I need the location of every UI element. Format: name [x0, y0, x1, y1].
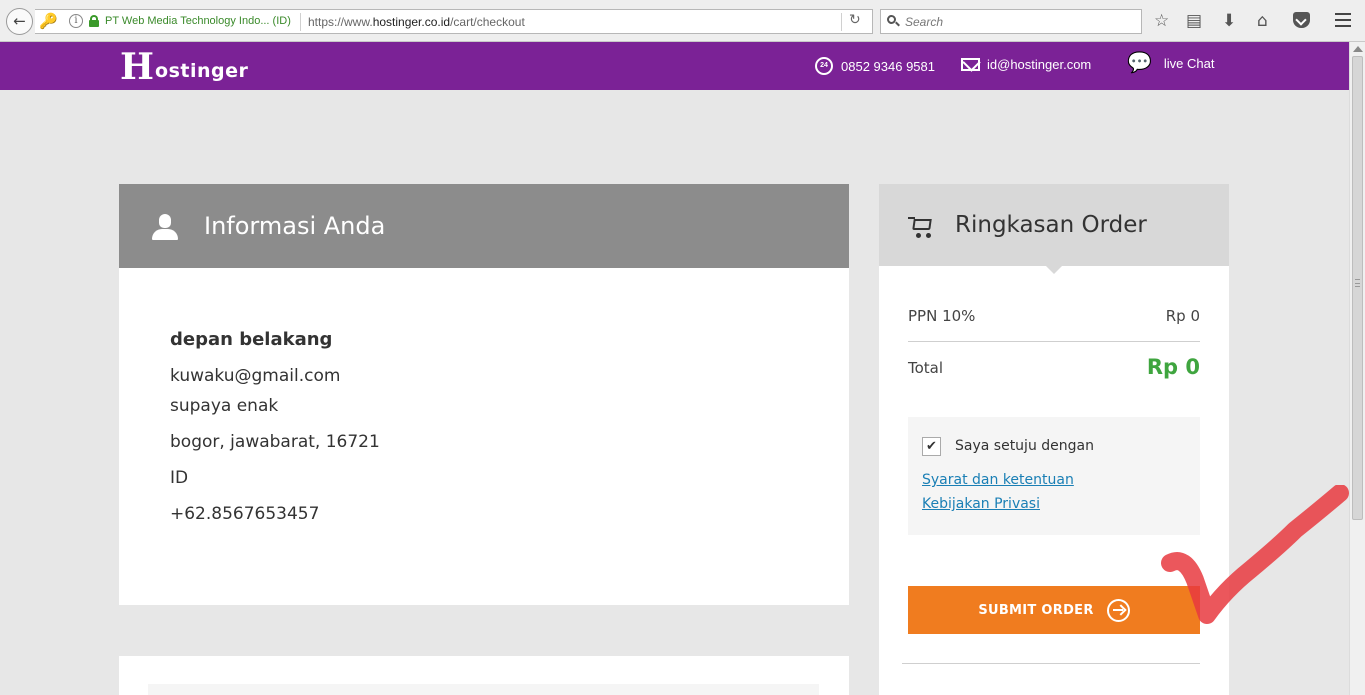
- back-arrow-icon[interactable]: ←: [6, 8, 33, 35]
- customer-phone: +62.8567653457: [170, 504, 320, 524]
- hamburger-menu-icon[interactable]: [1335, 13, 1351, 27]
- phone-24-icon: 24: [815, 57, 833, 75]
- hostinger-logo[interactable]: H ostinger: [120, 49, 248, 85]
- customer-info-card: Informasi Anda depan belakang kuwaku@gma…: [119, 184, 849, 605]
- mail-icon: [961, 58, 980, 71]
- reload-icon[interactable]: ↻: [849, 12, 861, 28]
- info-icon[interactable]: i: [69, 14, 83, 28]
- bookmark-star-icon[interactable]: ☆: [1154, 11, 1169, 31]
- scroll-grip-icon: [1355, 279, 1360, 287]
- page-scrollbar[interactable]: [1349, 42, 1365, 695]
- total-value: Rp 0: [1146, 355, 1200, 379]
- order-summary-header: Ringkasan Order: [879, 184, 1229, 274]
- url-bar[interactable]: 🔑 i PT Web Media Technology Indo... (ID)…: [35, 9, 873, 34]
- contact-phone[interactable]: 24 0852 9346 9581: [815, 57, 935, 75]
- browser-toolbar: ← 🔑 i PT Web Media Technology Indo... (I…: [0, 0, 1365, 42]
- summary-divider: [908, 341, 1200, 342]
- chat-bubble-icon: 💬: [1127, 52, 1152, 74]
- terms-link[interactable]: Syarat dan ketentuan: [922, 472, 1074, 488]
- key-icon[interactable]: 🔑: [39, 12, 58, 30]
- secondary-card: [119, 656, 849, 695]
- logo-text: ostinger: [155, 60, 249, 82]
- scroll-thumb[interactable]: [1352, 56, 1363, 520]
- reading-list-icon[interactable]: ▤: [1186, 11, 1202, 31]
- order-summary-title: Ringkasan Order: [955, 212, 1147, 238]
- site-identity[interactable]: PT Web Media Technology Indo... (ID): [105, 15, 291, 27]
- contact-email[interactable]: id@hostinger.com: [961, 57, 1091, 72]
- order-summary: Ringkasan Order PPN 10% Rp 0 Total Rp 0 …: [879, 184, 1229, 695]
- phone-number: 0852 9346 9581: [841, 58, 935, 74]
- logo-mark: H: [120, 46, 155, 88]
- contact-live-chat[interactable]: 💬 live Chat: [1127, 52, 1215, 74]
- site-header: H ostinger 24 0852 9346 9581 id@hostinge…: [0, 42, 1349, 90]
- customer-city: bogor, jawabarat, 16721: [170, 432, 380, 452]
- home-icon[interactable]: ⌂: [1257, 11, 1268, 31]
- search-input[interactable]: [905, 13, 1135, 31]
- pocket-icon[interactable]: [1293, 12, 1310, 28]
- summary-bottom-divider: [902, 663, 1200, 664]
- ppn-label: PPN 10%: [908, 307, 976, 325]
- agree-text: Saya setuju dengan: [955, 438, 1094, 454]
- secondary-card-inner: [148, 684, 819, 695]
- url-text[interactable]: https://www.hostinger.co.id/cart/checkou…: [308, 15, 525, 29]
- submit-order-label: SUBMIT ORDER: [978, 602, 1094, 618]
- privacy-link[interactable]: Kebijakan Privasi: [922, 496, 1040, 512]
- user-icon: [152, 214, 178, 240]
- live-chat-label: live Chat: [1163, 55, 1215, 71]
- lock-icon[interactable]: [89, 15, 99, 27]
- total-label: Total: [908, 359, 944, 377]
- customer-country: ID: [170, 468, 189, 488]
- scroll-up-arrow-icon[interactable]: [1353, 46, 1363, 52]
- agree-checkbox[interactable]: ✔: [922, 437, 941, 456]
- info-card-header: Informasi Anda: [119, 184, 849, 268]
- info-card-title: Informasi Anda: [204, 212, 386, 240]
- customer-name: depan belakang: [170, 329, 333, 350]
- ppn-value: Rp 0: [1165, 307, 1200, 325]
- reload-divider: [841, 13, 842, 31]
- customer-address: supaya enak: [170, 396, 279, 416]
- submit-order-button[interactable]: SUBMIT ORDER: [908, 586, 1200, 634]
- search-bar[interactable]: [880, 9, 1142, 34]
- customer-email: kuwaku@gmail.com: [170, 366, 341, 386]
- download-icon[interactable]: ⬇: [1222, 11, 1236, 31]
- terms-box: ✔ Saya setuju dengan Syarat dan ketentua…: [908, 417, 1200, 535]
- search-icon: [887, 15, 900, 27]
- arrow-right-circle-icon: [1106, 598, 1130, 622]
- cart-icon: [908, 215, 934, 239]
- url-divider: [300, 13, 301, 31]
- email-address: id@hostinger.com: [987, 57, 1092, 72]
